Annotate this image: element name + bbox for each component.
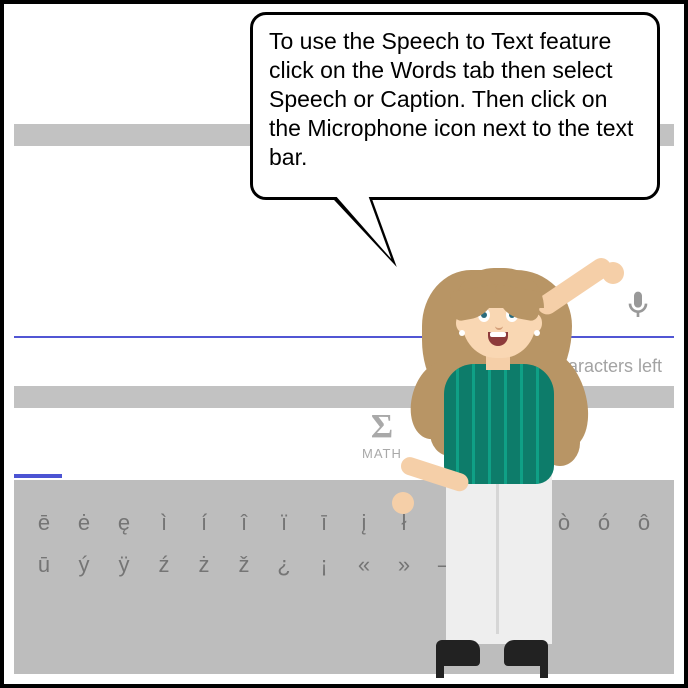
avatar-heel — [540, 662, 548, 678]
key[interactable]: ī — [304, 510, 344, 536]
key[interactable]: į — [344, 510, 384, 536]
key[interactable]: ū — [24, 552, 64, 578]
avatar-shirt — [444, 364, 554, 484]
key[interactable]: ï — [264, 510, 304, 536]
key[interactable]: ę — [104, 510, 144, 536]
avatar-character — [404, 284, 634, 686]
key[interactable]: ¿ — [264, 552, 304, 578]
active-tab-indicator — [14, 474, 62, 478]
avatar-heel — [436, 662, 444, 678]
key[interactable]: « — [344, 552, 384, 578]
key[interactable]: ž — [224, 552, 264, 578]
key[interactable]: ý — [64, 552, 104, 578]
math-tab-label: MATH — [362, 446, 402, 461]
key[interactable]: ż — [184, 552, 224, 578]
avatar-hand-out — [392, 492, 414, 514]
key[interactable]: í — [184, 510, 224, 536]
comic-frame: aracters left Σ MATH ē ė ę ì í î ï ī į ł… — [0, 0, 688, 688]
key[interactable]: ì — [144, 510, 184, 536]
avatar-hand-pointing — [602, 262, 624, 284]
tab-math[interactable]: Σ MATH — [362, 410, 402, 461]
key[interactable]: ź — [144, 552, 184, 578]
key[interactable]: î — [224, 510, 264, 536]
avatar-earring — [534, 330, 540, 336]
avatar-pants — [446, 474, 552, 644]
key[interactable]: ÿ — [104, 552, 144, 578]
key[interactable]: ¡ — [304, 552, 344, 578]
speech-bubble-text: To use the Speech to Text feature click … — [269, 27, 641, 172]
avatar-earring — [459, 330, 465, 336]
sigma-icon: Σ — [362, 410, 402, 444]
key[interactable]: ē — [24, 510, 64, 536]
key[interactable]: ė — [64, 510, 104, 536]
speech-bubble: To use the Speech to Text feature click … — [250, 12, 660, 200]
